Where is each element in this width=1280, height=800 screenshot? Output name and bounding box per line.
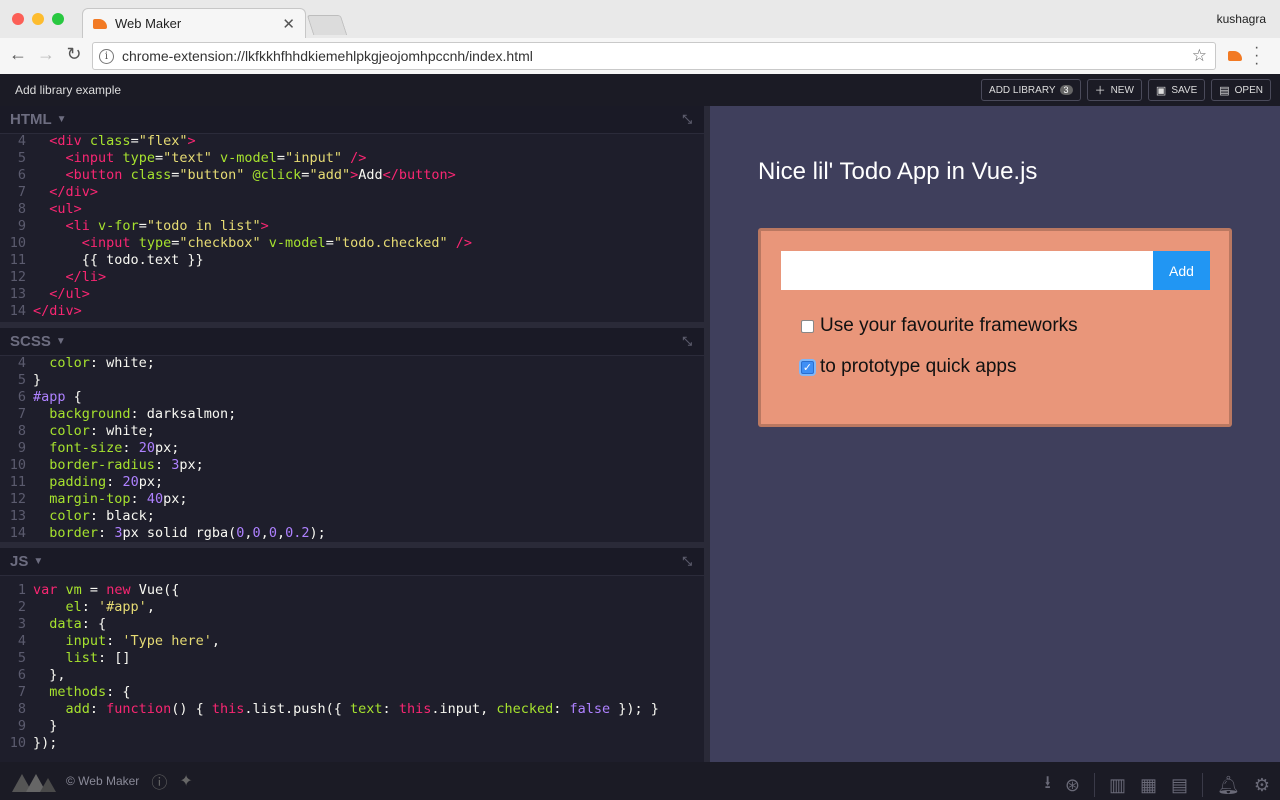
app-header: Add library example ADD LIBRARY 3 ＋ NEW ▣ S… bbox=[0, 74, 1280, 106]
browser-menu-icon[interactable]: · · · bbox=[1254, 40, 1259, 72]
browser-chrome: Web Maker ✕ kushagra ← → ↻ i chrome-exte… bbox=[0, 0, 1280, 74]
separator bbox=[1093, 773, 1095, 797]
layout-2-icon[interactable]: ▦ bbox=[1140, 775, 1157, 796]
todo-item: Use your favourite frameworks bbox=[801, 315, 1078, 337]
js-code[interactable]: 1 var vm = new Vue({ 2 el: '#app', 3 data… bbox=[0, 582, 704, 752]
floppy-icon: ▣ bbox=[1155, 84, 1167, 97]
twitter-icon[interactable]: ✦ bbox=[179, 771, 192, 791]
layout-3-icon[interactable]: ▤ bbox=[1171, 775, 1188, 796]
collapse-icon[interactable]: ⤡ bbox=[682, 112, 692, 127]
reload-icon[interactable]: ↻ bbox=[62, 44, 86, 65]
editor-area: HTML ▼ ⤡ 4 <div class="flex"> 5 <input typ… bbox=[0, 106, 704, 762]
copyright-text[interactable]: © Web Maker bbox=[66, 774, 139, 788]
new-tab-button[interactable] bbox=[306, 15, 348, 35]
open-button[interactable]: ▤ OPEN bbox=[1211, 79, 1271, 101]
project-title[interactable]: Add library example bbox=[15, 83, 121, 97]
plus-icon: ＋ bbox=[1094, 85, 1106, 97]
open-label: OPEN bbox=[1234, 84, 1263, 96]
js-pane-label: JS bbox=[10, 553, 29, 570]
profile-name[interactable]: kushagra bbox=[1217, 12, 1266, 26]
html-code[interactable]: 4 <div class="flex"> 5 <input type="text… bbox=[0, 133, 704, 320]
caret-down-icon[interactable]: ▼ bbox=[33, 556, 43, 567]
file-icon: ▤ bbox=[1219, 84, 1230, 97]
add-library-button[interactable]: ADD LIBRARY 3 bbox=[981, 79, 1081, 101]
layout-1-icon[interactable]: ▥ bbox=[1109, 775, 1126, 796]
notifications-bell-icon[interactable]: 🔔︎ bbox=[1217, 775, 1240, 796]
todo-app: Add Use your favourite frameworks ✓ to p… bbox=[758, 228, 1232, 427]
js-pane: JS ▼ ⤡ 1 var vm = new Vue({ 2 el: '#app', 3… bbox=[0, 548, 704, 762]
caret-down-icon[interactable]: ▼ bbox=[56, 336, 66, 347]
preview-pane: Nice lil' Todo App in Vue.js Add Use you… bbox=[710, 106, 1280, 762]
css-pane-header[interactable]: SCSS ▼ ⤡ bbox=[0, 328, 704, 356]
settings-gear-icon[interactable]: ⚙ bbox=[1254, 775, 1270, 796]
collapse-icon[interactable]: ⤡ bbox=[682, 554, 692, 569]
html-pane: HTML ▼ ⤡ 4 <div class="flex"> 5 <input typ… bbox=[0, 106, 704, 322]
address-bar[interactable]: i chrome-extension://lkfkkhfhhdkiemehlpk… bbox=[92, 42, 1216, 70]
collapse-icon[interactable]: ⤡ bbox=[682, 334, 692, 349]
css-code[interactable]: 4 color: white; 5} 6 #app { 7 background:… bbox=[0, 355, 704, 542]
todo-checkbox[interactable] bbox=[801, 319, 814, 333]
webmaker-extension-icon[interactable] bbox=[1228, 51, 1242, 61]
todo-text: Use your favourite frameworks bbox=[820, 315, 1078, 336]
download-icon[interactable]: ⭳ bbox=[1045, 770, 1051, 800]
library-count-badge: 3 bbox=[1059, 85, 1073, 95]
css-pane-label: SCSS bbox=[10, 333, 51, 350]
todo-input[interactable] bbox=[781, 251, 1153, 290]
forward-icon[interactable]: → bbox=[34, 44, 58, 65]
info-icon[interactable]: i bbox=[99, 48, 114, 64]
todo-add-button[interactable]: Add bbox=[1153, 251, 1210, 290]
tab-title: Web Maker bbox=[115, 16, 182, 31]
app-footer: © Web Maker ⓘ ✦ ⭳ ⊛ ▥ ▦ ▤ 🔔︎ ⚙ bbox=[0, 762, 1280, 800]
new-label: NEW bbox=[1110, 84, 1134, 96]
close-tab-icon[interactable]: ✕ bbox=[282, 15, 295, 33]
url-text: chrome-extension://lkfkkhfhhdkiemehlpkgj… bbox=[122, 48, 533, 64]
browser-tab[interactable]: Web Maker ✕ bbox=[82, 8, 306, 38]
webmaker-logo-icon[interactable] bbox=[12, 770, 56, 792]
bookmark-star-icon[interactable]: ☆ bbox=[1192, 46, 1207, 66]
caret-down-icon[interactable]: ▼ bbox=[57, 114, 67, 125]
close-window-button[interactable] bbox=[12, 13, 24, 25]
todo-checkbox-checked[interactable]: ✓ bbox=[801, 360, 814, 374]
help-icon[interactable]: ⓘ bbox=[151, 769, 167, 793]
save-button[interactable]: ▣ SAVE bbox=[1147, 79, 1206, 101]
html-pane-label: HTML bbox=[10, 111, 52, 128]
save-label: SAVE bbox=[1171, 84, 1198, 96]
todo-text: to prototype quick apps bbox=[820, 356, 1017, 377]
new-button[interactable]: ＋ NEW bbox=[1086, 79, 1142, 101]
minimize-window-button[interactable] bbox=[32, 13, 44, 25]
maximize-window-button[interactable] bbox=[52, 13, 64, 25]
html-pane-header[interactable]: HTML ▼ ⤡ bbox=[0, 106, 704, 134]
back-icon[interactable]: ← bbox=[6, 44, 30, 65]
js-pane-header[interactable]: JS ▼ ⤡ bbox=[0, 548, 704, 576]
separator bbox=[1202, 773, 1203, 797]
css-pane: SCSS ▼ ⤡ 4 color: white; 5} 6 #app { 7 back… bbox=[0, 328, 704, 542]
browser-toolbar: ← → ↻ i chrome-extension://lkfkkhfhhdkie… bbox=[0, 38, 1280, 74]
todo-item: ✓ to prototype quick apps bbox=[801, 356, 1016, 378]
add-library-label: ADD LIBRARY bbox=[989, 84, 1056, 96]
webmaker-favicon-icon bbox=[93, 18, 107, 29]
codepen-icon[interactable]: ⊛ bbox=[1065, 775, 1080, 796]
preview-heading: Nice lil' Todo App in Vue.js bbox=[758, 158, 1038, 185]
